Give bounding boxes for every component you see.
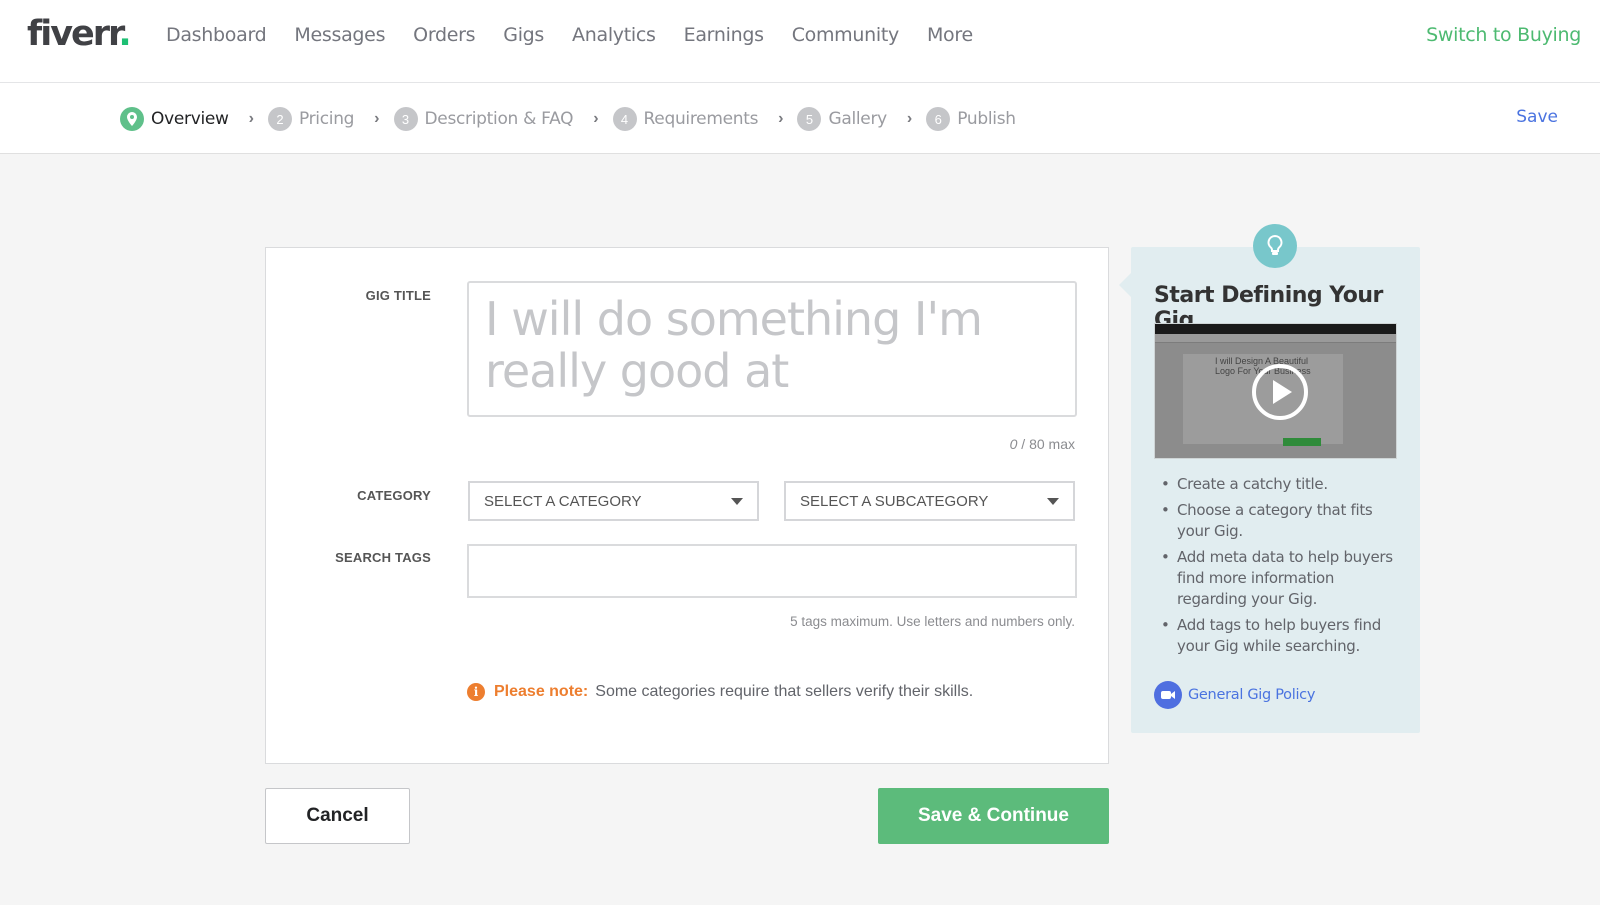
tip-item: Create a catchy title. — [1154, 474, 1404, 495]
caret-down-icon — [1047, 497, 1059, 505]
cancel-button[interactable]: Cancel — [265, 788, 410, 844]
step-label: Requirements — [643, 109, 759, 129]
step-requirements[interactable]: 4 Requirements — [612, 107, 759, 131]
nav-gigs[interactable]: Gigs — [503, 24, 544, 46]
gig-wizard-steps: Overview › 2 Pricing › 3 Description & F… — [0, 83, 1600, 154]
step-pricing[interactable]: 2 Pricing — [267, 107, 355, 131]
note-heading: Please note: — [494, 683, 589, 700]
category-label: CATEGORY — [357, 488, 431, 503]
search-tags-input[interactable] — [467, 544, 1077, 598]
step-overview[interactable]: Overview — [120, 107, 229, 131]
chevron-right-icon: › — [374, 110, 380, 127]
gig-overview-form: GIG TITLE I will do something I'm really… — [265, 247, 1109, 764]
video-preview-button — [1283, 438, 1321, 446]
title-char-counter: 0 / 80 max — [1010, 436, 1075, 452]
switch-to-buying-link[interactable]: Switch to Buying — [1426, 24, 1581, 46]
step-number: 6 — [926, 107, 951, 131]
nav-messages[interactable]: Messages — [294, 24, 385, 46]
step-number: 2 — [267, 107, 292, 131]
subcategory-select[interactable]: SELECT A SUBCATEGORY — [784, 481, 1075, 521]
step-label: Publish — [957, 109, 1016, 129]
nav-orders[interactable]: Orders — [413, 24, 475, 46]
gig-title-input[interactable]: I will do something I'm really good at — [467, 281, 1077, 417]
logo-text: fiverr — [27, 14, 120, 54]
step-gallery[interactable]: 5 Gallery — [797, 107, 887, 131]
video-camera-icon — [1154, 681, 1182, 709]
top-navbar: fiverr. Dashboard Messages Orders Gigs A… — [0, 0, 1600, 83]
logo-dot: . — [118, 14, 131, 54]
step-label: Pricing — [298, 109, 355, 129]
save-continue-button[interactable]: Save & Continue — [878, 788, 1109, 844]
note-text: Some categories require that sellers ver… — [595, 683, 974, 700]
chevron-right-icon: › — [248, 110, 254, 127]
category-select[interactable]: SELECT A CATEGORY — [468, 481, 759, 521]
nav-analytics[interactable]: Analytics — [572, 24, 656, 46]
step-label: Overview — [151, 109, 229, 129]
tutorial-video-thumbnail[interactable]: I will Design A Beautiful Logo For Your … — [1154, 323, 1397, 459]
gig-title-placeholder: I will do something I'm really good at — [485, 292, 983, 398]
policy-link-text: General Gig Policy — [1188, 687, 1316, 703]
video-preview-steps — [1155, 334, 1396, 343]
step-number: 5 — [797, 107, 822, 131]
panel-pointer — [1119, 273, 1131, 297]
tags-hint: 5 tags maximum. Use letters and numbers … — [790, 614, 1075, 629]
info-icon: i — [467, 683, 485, 701]
nav-dashboard[interactable]: Dashboard — [166, 24, 267, 46]
step-label: Gallery — [828, 109, 887, 129]
step-description-faq[interactable]: 3 Description & FAQ — [393, 107, 574, 131]
counter-max: / 80 max — [1017, 436, 1075, 452]
lightbulb-icon — [1253, 224, 1297, 268]
video-preview-header — [1155, 324, 1396, 334]
tips-panel: Start Defining Your Gig I will Design A … — [1119, 247, 1420, 733]
save-link[interactable]: Save — [1516, 107, 1558, 127]
chevron-right-icon: › — [593, 110, 599, 127]
play-icon[interactable] — [1252, 364, 1308, 420]
gig-title-label: GIG TITLE — [365, 288, 431, 303]
step-number: 3 — [393, 107, 418, 131]
fiverr-logo[interactable]: fiverr. — [27, 14, 132, 54]
search-tags-label: SEARCH TAGS — [335, 550, 431, 565]
step-publish[interactable]: 6 Publish — [926, 107, 1016, 131]
chevron-right-icon: › — [778, 110, 784, 127]
verification-note: i Please note: Some categories require t… — [467, 683, 973, 701]
nav-earnings[interactable]: Earnings — [684, 24, 764, 46]
tip-item: Choose a category that fits your Gig. — [1154, 500, 1404, 542]
map-pin-icon — [120, 107, 144, 131]
tip-item: Add tags to help buyers find your Gig wh… — [1154, 615, 1404, 657]
step-label: Description & FAQ — [424, 109, 574, 129]
subcategory-select-value: SELECT A SUBCATEGORY — [800, 492, 989, 510]
general-gig-policy-link[interactable]: General Gig Policy — [1154, 681, 1315, 709]
category-select-value: SELECT A CATEGORY — [484, 492, 642, 510]
caret-down-icon — [731, 497, 743, 505]
step-number: 4 — [612, 107, 637, 131]
tip-item: Add meta data to help buyers find more i… — [1154, 547, 1404, 610]
main-nav: Dashboard Messages Orders Gigs Analytics… — [166, 24, 1001, 46]
nav-more[interactable]: More — [927, 24, 973, 46]
chevron-right-icon: › — [906, 110, 913, 127]
tips-list: Create a catchy title. Choose a category… — [1154, 474, 1404, 662]
nav-community[interactable]: Community — [792, 24, 900, 46]
